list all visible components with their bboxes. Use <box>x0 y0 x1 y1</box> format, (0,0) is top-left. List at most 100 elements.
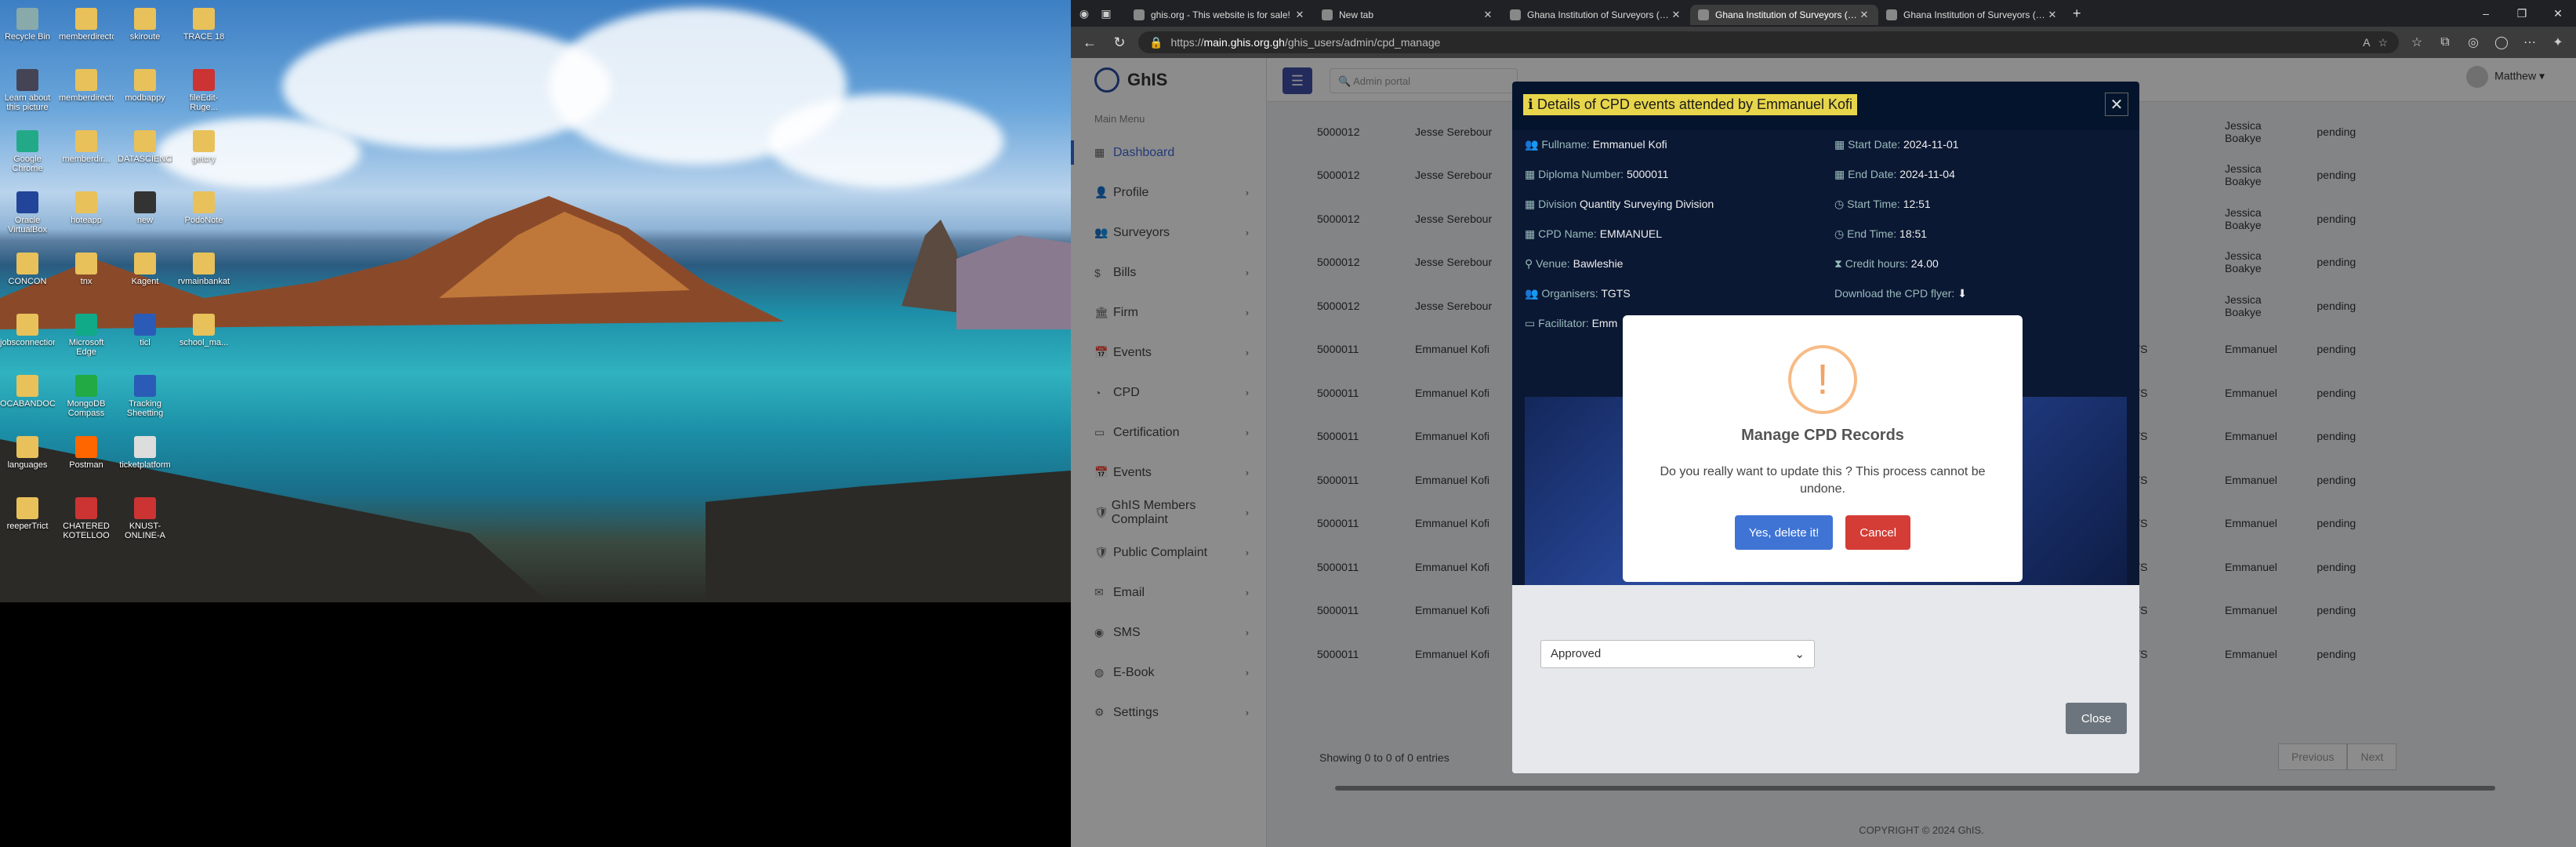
browser-profile-icon[interactable]: ◯ <box>2491 35 2512 50</box>
file-icon <box>75 253 97 274</box>
browser-tab[interactable]: Ghana Institution of Surveyors (G... ✕ <box>1878 5 2066 25</box>
favicon-icon <box>1510 9 1521 20</box>
field-label: CPD Name: <box>1538 227 1597 240</box>
desktop-icon[interactable]: languages <box>0 436 55 479</box>
desktop-icon[interactable]: ticketplatform <box>118 436 172 479</box>
profile-icon[interactable]: ◉ <box>1076 5 1093 22</box>
file-icon <box>75 436 97 458</box>
desktop-icon[interactable]: Google Chrome <box>0 130 55 173</box>
desktop-icon[interactable]: getcry <box>176 130 231 173</box>
field-value: 24.00 <box>1910 257 1939 270</box>
field-icon: ▭ <box>1525 317 1536 329</box>
desktop-icon-label: TRACE 18 <box>183 32 225 42</box>
collections-icon[interactable]: ⧉ <box>2435 35 2455 49</box>
desktop-icon-label: Tracking Sheetting <box>126 399 164 418</box>
browser-tab[interactable]: Ghana Institution of Surveyors (G... ✕ <box>1502 5 1690 25</box>
close-tab-icon[interactable]: ✕ <box>2046 9 2059 21</box>
desktop-icon[interactable]: Microsoft Edge <box>59 314 114 357</box>
desktop-icon[interactable]: KNUST-ONLINE-A <box>118 497 172 540</box>
cpd-field: 👥 Fullname: Emmanuel Kofi <box>1525 138 1834 155</box>
desktop-icon[interactable]: OCABANDOC... <box>0 375 55 418</box>
desktop-icon-label: KNUST-ONLINE-A <box>125 522 165 540</box>
file-icon <box>16 253 38 274</box>
desktop-icon[interactable]: Postman <box>59 436 114 479</box>
more-menu-icon[interactable]: ⋯ <box>2520 35 2540 50</box>
read-aloud-icon[interactable]: A <box>2363 36 2370 49</box>
confirm-delete-button[interactable]: Yes, delete it! <box>1734 515 1834 550</box>
close-tab-icon[interactable]: ✕ <box>1482 9 1494 21</box>
close-icon[interactable]: ✕ <box>2105 93 2128 116</box>
desktop-icon[interactable] <box>176 436 231 479</box>
desktop-icon[interactable]: Tracking Sheetting <box>118 375 172 418</box>
url-field[interactable]: 🔒 https://main.ghis.org.gh/ghis_users/ad… <box>1138 31 2399 53</box>
extensions-icon[interactable]: ◎ <box>2463 35 2483 50</box>
maximize-button[interactable]: ❐ <box>2504 7 2540 20</box>
desktop-icon[interactable]: memberdirectory <box>59 69 114 112</box>
file-icon <box>193 191 215 213</box>
browser-tab[interactable]: Ghana Institution of Surveyors (G... ✕ <box>1690 5 1878 25</box>
desktop-icon[interactable]: jobsconnection <box>0 314 55 357</box>
field-value: 18:51 <box>1899 227 1928 240</box>
desktop-icon[interactable]: CONCON <box>0 253 55 296</box>
desktop-icon[interactable]: memberdirecto... <box>59 8 114 51</box>
desktop-icon[interactable]: Oracle VirtualBox <box>0 191 55 234</box>
file-icon <box>75 8 97 30</box>
desktop-icon[interactable]: Kagent <box>118 253 172 296</box>
close-tab-icon[interactable]: ✕ <box>1858 9 1870 21</box>
desktop-icon[interactable]: modbappy <box>118 69 172 112</box>
desktop-icon[interactable]: MongoDB Compass <box>59 375 114 418</box>
desktop-icon[interactable]: PodoNote <box>176 191 231 234</box>
desktop-icon[interactable]: Learn about this picture <box>0 69 55 112</box>
copilot-icon[interactable]: ✦ <box>2548 35 2568 50</box>
tab-title: New tab <box>1339 9 1374 20</box>
favorite-star-icon[interactable]: ☆ <box>2378 36 2388 49</box>
field-icon: ⚲ <box>1525 257 1533 270</box>
dialog-text: Do you really want to update this ? This… <box>1660 465 1986 496</box>
file-icon <box>193 375 215 397</box>
cancel-button[interactable]: Cancel <box>1845 515 1911 550</box>
tab-title: Ghana Institution of Surveyors (G... <box>1715 9 1858 20</box>
field-value: Emm <box>1591 317 1618 329</box>
desktop-icon[interactable]: ticl <box>118 314 172 357</box>
close-tab-icon[interactable]: ✕ <box>1293 9 1306 21</box>
tab-actions-icon[interactable]: ▣ <box>1098 5 1115 22</box>
close-button[interactable]: Close <box>2066 703 2127 734</box>
file-icon <box>75 375 97 397</box>
desktop-icon-label: languages <box>7 460 48 470</box>
favorites-icon[interactable]: ☆ <box>2407 35 2427 50</box>
minimize-button[interactable]: – <box>2468 7 2504 20</box>
close-tab-icon[interactable]: ✕ <box>1670 9 1682 21</box>
file-icon <box>134 436 156 458</box>
field-label: Start Date: <box>1848 138 1901 151</box>
desktop-icon[interactable]: school_ma... <box>176 314 231 357</box>
back-icon[interactable]: ← <box>1079 35 1101 51</box>
field-value[interactable]: ⬇ <box>1957 287 1967 300</box>
desktop-icon-label: OCABANDOC... <box>0 399 55 409</box>
desktop-icon[interactable] <box>176 375 231 418</box>
desktop-icon[interactable]: tnx <box>59 253 114 296</box>
desktop-icon[interactable]: Recycle Bin <box>0 8 55 51</box>
status-select[interactable]: Approved ⌄ <box>1540 640 1815 668</box>
desktop-icon[interactable]: skiroute <box>118 8 172 51</box>
cpd-field: ⧗ Credit hours: 24.00 <box>1834 257 2139 274</box>
browser-tab[interactable]: ghis.org - This website is for sale! ✕ <box>1126 5 1314 25</box>
browser-window: ◉ ▣ ghis.org - This website is for sale!… <box>1071 0 2576 847</box>
desktop-icon[interactable]: rvmainbankat <box>176 253 231 296</box>
desktop-icon[interactable]: fileEdit-Ruge... <box>176 69 231 112</box>
close-window-button[interactable]: ✕ <box>2540 7 2576 20</box>
desktop-icon[interactable]: CHATERED KOTELLOO <box>59 497 114 540</box>
field-value: Quantity Surveying Division <box>1580 198 1714 210</box>
desktop-icon[interactable]: TRACE 18 <box>176 8 231 51</box>
desktop-icon[interactable]: DATASCIENCE <box>118 130 172 173</box>
file-icon <box>134 191 156 213</box>
new-tab-button[interactable]: + <box>2073 5 2081 22</box>
desktop-icon[interactable]: reeperTrict <box>0 497 55 540</box>
desktop-icon[interactable]: hoteapp <box>59 191 114 234</box>
reload-icon[interactable]: ↻ <box>1108 35 1130 51</box>
desktop-icon[interactable]: new <box>118 191 172 234</box>
field-icon: ▦ <box>1525 168 1536 180</box>
desktop-icon[interactable]: memberdir... <box>59 130 114 173</box>
confirm-dialog: ! Manage CPD Records Do you really want … <box>1623 315 2023 582</box>
browser-tab[interactable]: New tab ✕ <box>1314 5 1502 25</box>
desktop-icon[interactable] <box>176 497 231 540</box>
